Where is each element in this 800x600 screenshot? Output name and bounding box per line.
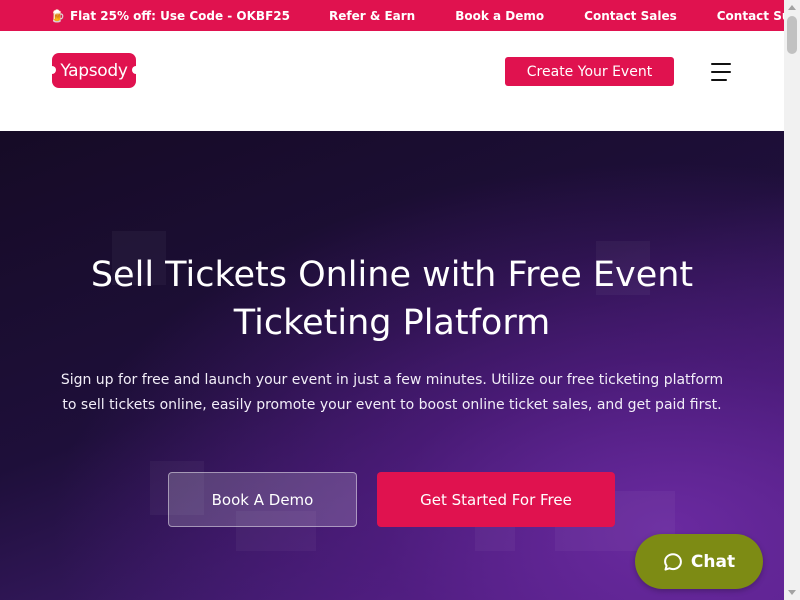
yapsody-logo[interactable]: Yapsody (48, 53, 140, 88)
logo-text: Yapsody (60, 60, 128, 81)
hamburger-menu-icon[interactable] (711, 61, 737, 83)
hero-subtitle: Sign up for free and launch your event i… (60, 372, 724, 413)
hero-section: Sell Tickets Online with Free Event Tick… (0, 131, 784, 600)
create-event-button[interactable]: Create Your Event (505, 57, 674, 86)
scroll-thumb[interactable] (787, 16, 797, 54)
refer-earn-link[interactable]: Refer & Earn (329, 0, 415, 31)
promo-banner[interactable]: 🍺 Flat 25% off: Use Code - OKBF25 (0, 0, 290, 31)
get-started-button[interactable]: Get Started For Free (377, 472, 615, 527)
hero-title-line1: Sell Tickets Online with Free Event (90, 255, 694, 295)
site-header: Yapsody Create Your Event (0, 31, 784, 131)
beer-icon: 🍺 (50, 8, 65, 23)
chat-button[interactable]: Chat (635, 534, 763, 589)
chat-label: Chat (690, 551, 736, 572)
chat-bubble-icon (664, 552, 682, 571)
announcement-bar: 🍺 Flat 25% off: Use Code - OKBF25 Refer … (0, 0, 800, 31)
book-demo-button[interactable]: Book A Demo (168, 472, 357, 527)
book-demo-link[interactable]: Book a Demo (455, 0, 544, 31)
contact-sales-link[interactable]: Contact Sales (584, 0, 677, 31)
hero-title: Sell Tickets Online with Free Event Tick… (0, 251, 784, 347)
promo-text: Flat 25% off: Use Code - OKBF25 (69, 8, 290, 23)
scroll-down-icon[interactable] (788, 590, 796, 595)
scroll-up-icon[interactable] (788, 5, 796, 10)
page-scrollbar[interactable] (784, 0, 800, 600)
hero-title-line2: Ticketing Platform (233, 303, 551, 343)
